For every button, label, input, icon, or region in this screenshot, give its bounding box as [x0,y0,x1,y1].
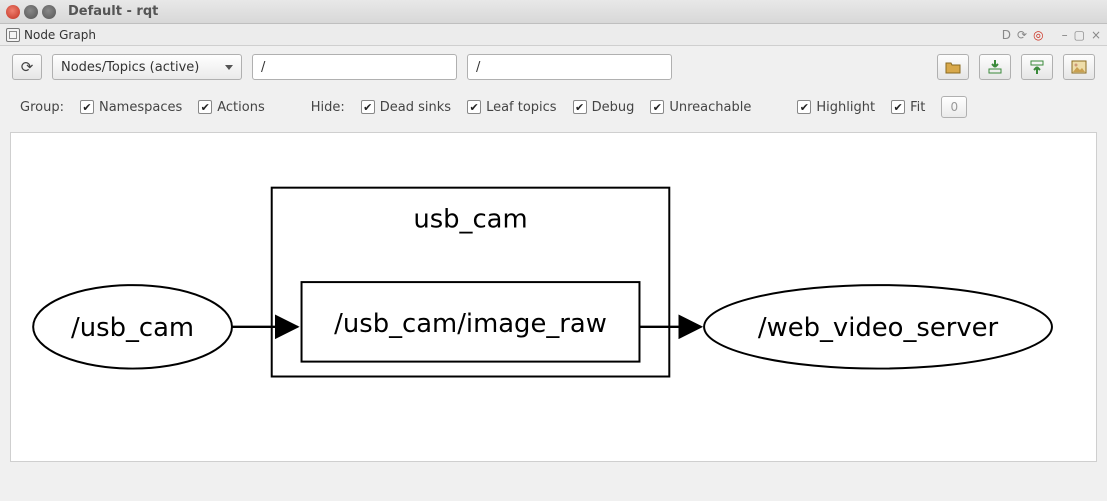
checkbox-icon: ✔ [198,100,212,114]
dead-sinks-label: Dead sinks [380,100,451,115]
view-mode-dropdown[interactable]: Nodes/Topics (active) [52,54,242,80]
node-usb-cam-label: /usb_cam [71,313,194,343]
checkbox-icon: ✔ [797,100,811,114]
actions-label: Actions [217,100,265,115]
depth-spinbox[interactable]: 0 [941,96,967,118]
checkbox-icon: ✔ [650,100,664,114]
node-graph-svg: usb_cam /usb_cam /usb_cam/image_raw /web… [11,133,1096,461]
unreachable-checkbox[interactable]: ✔ Unreachable [650,100,751,115]
topic-image-raw-label: /usb_cam/image_raw [334,309,607,339]
highlight-checkbox[interactable]: ✔ Highlight [797,100,875,115]
refresh-button[interactable]: ⟳ [12,54,42,80]
window-minimize-button[interactable] [24,5,38,19]
checkbox-icon: ✔ [361,100,375,114]
toolbar: ⟳ Nodes/Topics (active) / / [0,46,1107,88]
plugin-title: Node Graph [24,28,96,42]
image-icon [1071,60,1087,74]
debug-checkbox[interactable]: ✔ Debug [573,100,635,115]
leaf-topics-label: Leaf topics [486,100,557,115]
hide-label: Hide: [311,100,345,115]
depth-value: 0 [950,100,958,114]
plugin-minimize-icon[interactable]: – [1062,28,1068,42]
d-icon[interactable]: D [1002,28,1011,42]
unreachable-label: Unreachable [669,100,751,115]
node-filter-input[interactable]: / [252,54,457,80]
folder-icon [945,60,961,74]
fit-checkbox[interactable]: ✔ Fit [891,100,925,115]
highlight-label: Highlight [816,100,875,115]
fit-label: Fit [910,100,925,115]
actions-checkbox[interactable]: ✔ Actions [198,100,265,115]
load-layout-button[interactable] [979,54,1011,80]
namespaces-label: Namespaces [99,100,182,115]
chevron-down-icon [225,65,233,70]
window-title: Default - rqt [68,4,158,19]
namespaces-checkbox[interactable]: ✔ Namespaces [80,100,182,115]
namespace-label: usb_cam [413,204,527,234]
export-image-button[interactable] [1063,54,1095,80]
debug-label: Debug [592,100,635,115]
node-filter-value: / [261,60,265,75]
topic-filter-input[interactable]: / [467,54,672,80]
arrow-up-tree-icon [1029,60,1045,74]
plugin-icon [6,28,20,42]
node-web-video-server-label: /web_video_server [758,313,999,343]
checkbox-icon: ✔ [573,100,587,114]
dead-sinks-checkbox[interactable]: ✔ Dead sinks [361,100,451,115]
window-maximize-button[interactable] [42,5,56,19]
view-mode-label: Nodes/Topics (active) [61,60,199,75]
leaf-topics-checkbox[interactable]: ✔ Leaf topics [467,100,557,115]
checkbox-icon: ✔ [467,100,481,114]
plugin-caption-bar: Node Graph D ⟳ ◎ – ▢ × [0,24,1107,46]
mini-refresh-icon[interactable]: ⟳ [1017,28,1027,42]
plugin-close-icon[interactable]: × [1091,28,1101,42]
graph-canvas[interactable]: usb_cam /usb_cam /usb_cam/image_raw /web… [10,132,1097,462]
checkbox-icon: ✔ [891,100,905,114]
group-label: Group: [20,100,64,115]
refresh-icon: ⟳ [21,58,34,76]
plugin-restore-icon[interactable]: ▢ [1074,28,1085,42]
window-close-button[interactable] [6,5,20,19]
save-layout-button[interactable] [1021,54,1053,80]
open-folder-button[interactable] [937,54,969,80]
target-icon[interactable]: ◎ [1033,28,1043,42]
checkbox-icon: ✔ [80,100,94,114]
window-titlebar: Default - rqt [0,0,1107,24]
options-row: Group: ✔ Namespaces ✔ Actions Hide: ✔ De… [0,88,1107,132]
topic-filter-value: / [476,60,480,75]
arrow-down-tree-icon [987,60,1003,74]
